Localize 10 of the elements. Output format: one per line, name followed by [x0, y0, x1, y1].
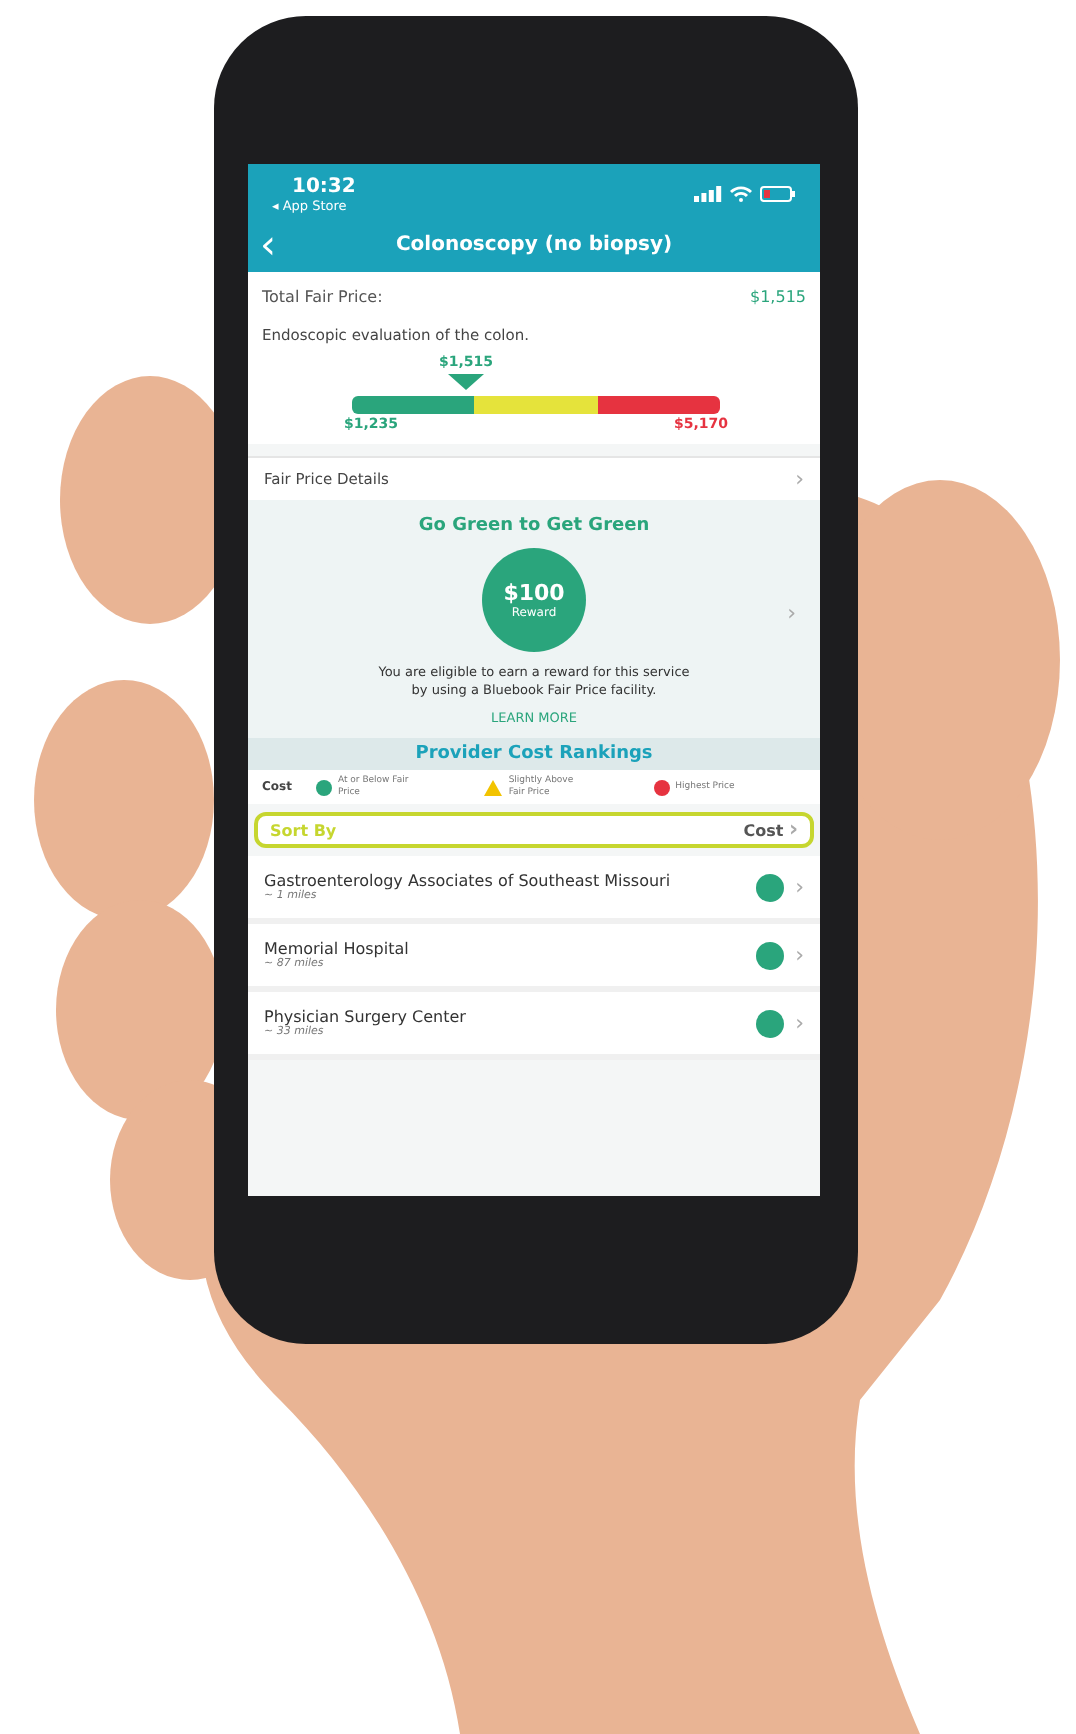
rankings-title: Provider Cost Rankings — [248, 738, 820, 770]
reward-title: Go Green to Get Green — [418, 516, 650, 536]
total-fair-price-value: $1,515 — [750, 288, 806, 306]
screen-title: Colonoscopy (no biopsy) — [395, 233, 673, 255]
sort-by-control[interactable]: Sort By Cost › — [254, 812, 814, 848]
battery-icon — [760, 186, 796, 202]
signal-icon — [694, 186, 722, 202]
total-fair-price-label: Total Fair Price: — [262, 288, 383, 306]
wifi-icon — [730, 186, 752, 202]
status-time: 10:32 — [290, 175, 358, 197]
